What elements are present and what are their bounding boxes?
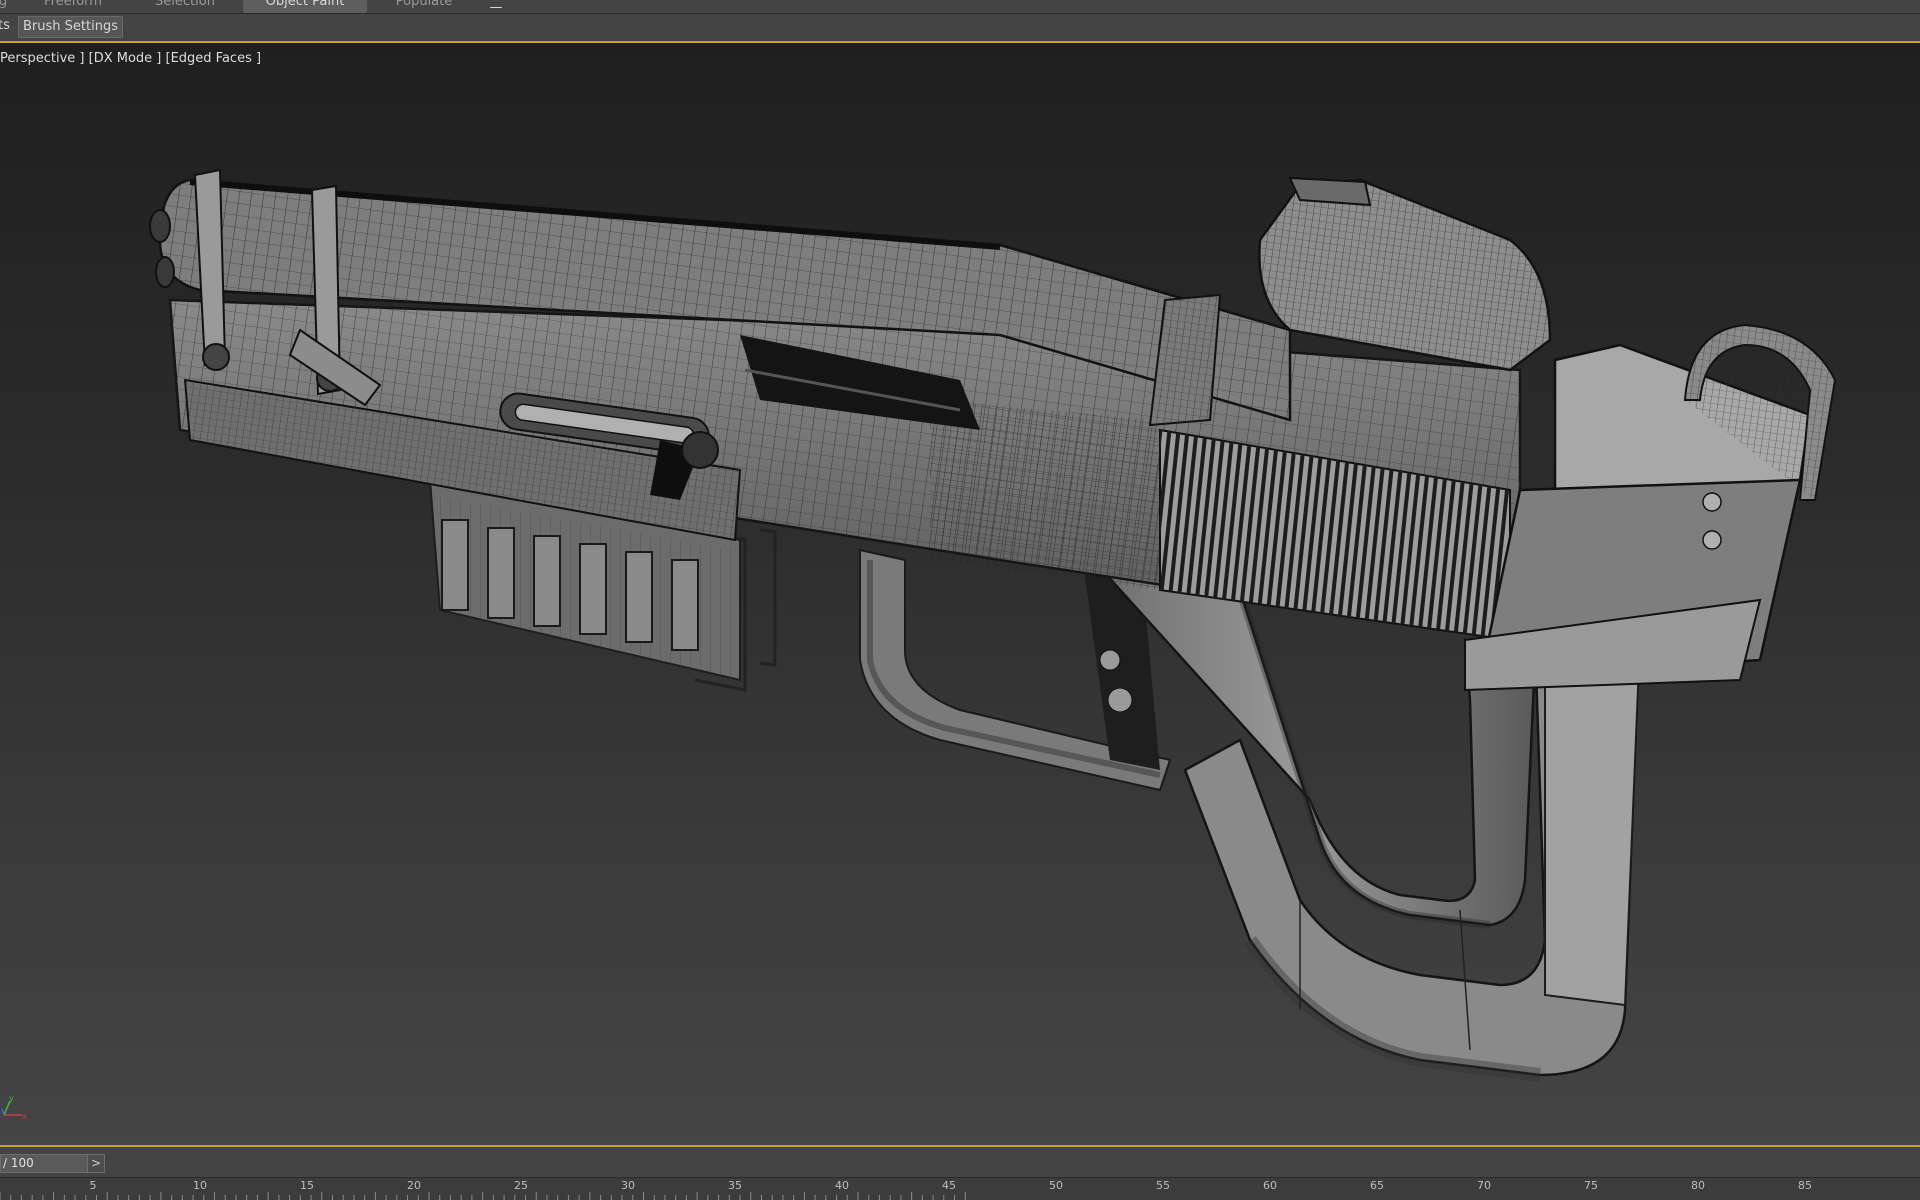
track-tick-label: 30: [621, 1179, 635, 1192]
max-3ds-window: g Freeform Selection Object Paint Popula…: [0, 0, 1920, 1200]
track-tick-label: 50: [1049, 1179, 1063, 1192]
time-slider-bar: / 100 >: [0, 1145, 1920, 1177]
ribbon-panel-ts[interactable]: ts: [0, 16, 14, 36]
pistol-model[interactable]: [0, 43, 1920, 1145]
brush-settings-button[interactable]: Brush Settings: [18, 16, 123, 38]
tab-selection[interactable]: Selection: [135, 0, 235, 13]
track-tick-label: 40: [835, 1179, 849, 1192]
tab-freeform[interactable]: Freeform: [27, 0, 119, 13]
track-tick-label: 75: [1584, 1179, 1598, 1192]
tab-populate[interactable]: Populate: [378, 0, 470, 13]
track-tick-label: 35: [728, 1179, 742, 1192]
track-tick-label: 65: [1370, 1179, 1384, 1192]
svg-text:x: x: [22, 1112, 27, 1121]
time-slider[interactable]: / 100: [0, 1154, 88, 1173]
track-bar[interactable]: 5 10 15 20 25 30 35 40 45 50 55 60 65 70 75 80 85: [0, 1177, 1920, 1200]
ribbon-options-icon[interactable]: [489, 0, 517, 8]
track-tick-label: 5: [89, 1179, 97, 1192]
tab-object-paint[interactable]: Object Paint: [243, 0, 367, 13]
perspective-viewport[interactable]: Perspective ] [DX Mode ] [Edged Faces ]: [0, 43, 1920, 1145]
next-frame-button[interactable]: >: [87, 1154, 105, 1173]
track-tick-label: 10: [193, 1179, 207, 1192]
track-tick-label: 20: [407, 1179, 421, 1192]
track-tick-label: 60: [1263, 1179, 1277, 1192]
ribbon-tab-bar: g Freeform Selection Object Paint Popula…: [0, 0, 1920, 14]
track-tick-label: 55: [1156, 1179, 1170, 1192]
track-tick-label: 45: [942, 1179, 956, 1192]
svg-text:y: y: [9, 1094, 14, 1103]
track-tick-label: 85: [1798, 1179, 1812, 1192]
track-tick-label: 70: [1477, 1179, 1491, 1192]
ribbon-panel: ts Brush Settings: [0, 14, 1920, 43]
receiver: [168, 298, 1522, 642]
track-tick-label: 25: [514, 1179, 528, 1192]
xyz-axis-tripod-icon: x y: [1, 1094, 27, 1121]
track-tick-label: 80: [1691, 1179, 1705, 1192]
track-tick-label: 15: [300, 1179, 314, 1192]
track-ticks: [0, 1192, 966, 1200]
tab-modeling[interactable]: g: [0, 0, 10, 13]
